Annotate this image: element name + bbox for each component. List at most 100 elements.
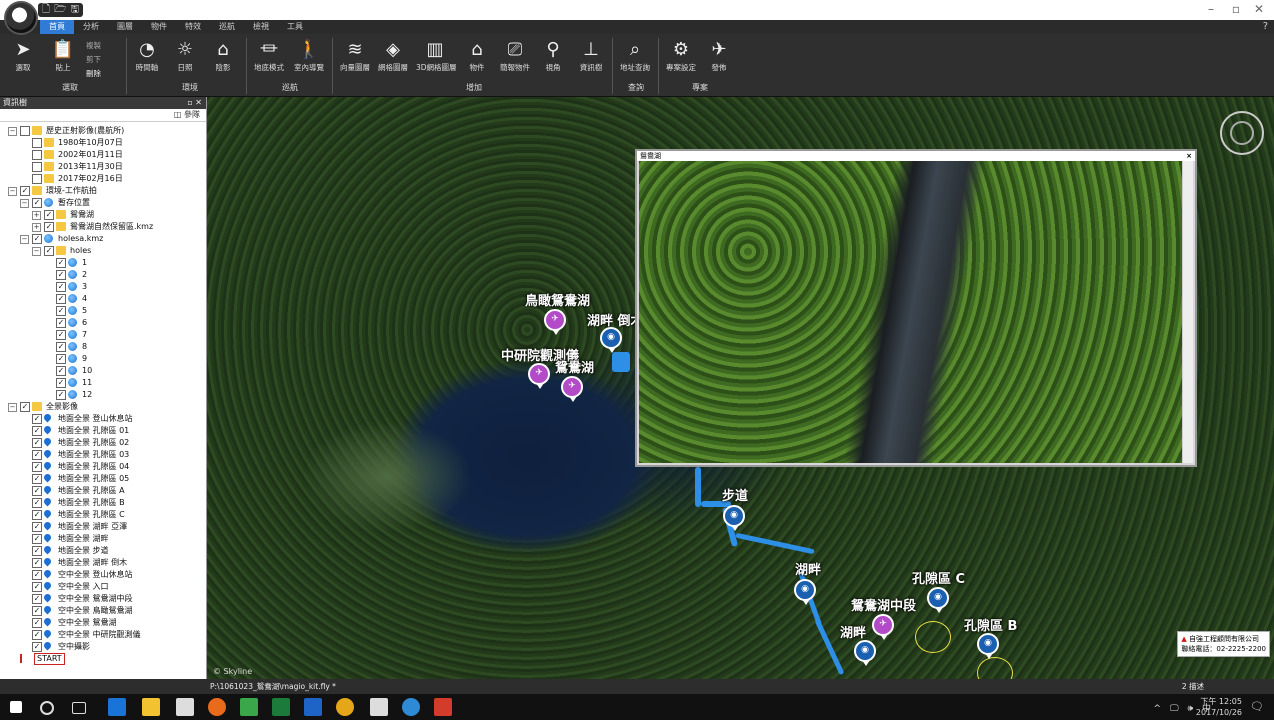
tree-item[interactable]: ✓ 空中全景 鴛鴦湖中段 [0,592,206,605]
paste-button[interactable]: 📋 貼上 [44,38,82,73]
tab-fly[interactable]: 巡航 [210,20,244,34]
new-file-icon[interactable]: 🗋 [42,2,50,19]
popup-scrollbar[interactable] [1182,161,1193,463]
tree-checkbox[interactable]: ✓ [44,210,54,220]
tree-checkbox[interactable] [32,174,42,184]
tree-item[interactable]: ✓ 地面全景 孔隙區 C [0,508,206,521]
tree-item[interactable]: ✓ 地面全景 孔隙區 B [0,496,206,509]
application-menu-button[interactable] [4,1,38,35]
notification-icon[interactable]: 🗨 [1250,700,1264,713]
tree-checkbox[interactable]: ✓ [32,618,42,628]
tree-checkbox[interactable]: ✓ [56,330,66,340]
skyline-app-icon[interactable] [402,698,420,716]
expand-toggle[interactable]: − [8,403,17,412]
compass-icon[interactable] [1220,111,1264,155]
tree-item[interactable]: − ✓ 暫存位置 [0,197,206,209]
ground-pano-marker[interactable]: ◉ [723,505,745,531]
tree-checkbox[interactable]: ✓ [56,378,66,388]
app-icon[interactable] [272,698,290,716]
delete-button[interactable]: 刪除 [86,68,101,79]
expand-toggle[interactable]: + [32,211,41,220]
tree-item[interactable]: ✓ 10 [0,365,206,377]
sunlight-button[interactable]: ☼ 日照 [166,38,204,73]
tree-item[interactable]: ✓ 6 [0,317,206,329]
panel-toolbar-button[interactable]: ◫ 參隊 [174,109,200,120]
tree-checkbox[interactable]: ✓ [20,186,30,196]
close-button[interactable]: ✕ [1254,2,1264,16]
map-viewport[interactable]: 鳥瞰鴛鴦湖 ✈ 湖畔 倒木 ◉ 中研院觀測儀 鴛鴦湖 ✈ ✈ 步道 ◉ 湖畔 ◉… [207,97,1274,679]
tree-checkbox[interactable]: ✓ [44,246,54,256]
tab-layers[interactable]: 圖層 [108,20,142,34]
tree-checkbox[interactable]: ✓ [44,222,54,232]
ground-pano-marker[interactable]: ◉ [927,587,949,613]
search-icon[interactable] [40,701,54,715]
vector-layer-button[interactable]: ≋ 向量圖層 [336,38,374,73]
tree-checkbox[interactable]: ✓ [32,522,42,532]
panel-pin-close[interactable]: ▫ ✕ [187,97,202,109]
tree-item[interactable]: − ✓ holesa.kmz [0,233,206,245]
quick-access-toolbar[interactable]: 🗋 🗁 🖫 [38,3,83,17]
expand-toggle[interactable]: − [20,235,29,244]
tree-item[interactable]: ✓ 8 [0,341,206,353]
tree-item[interactable]: − ✓ 環境-工作航拍 [0,185,206,197]
tree-item[interactable]: ✓ 空中全景 鴛鴦湖 [0,616,206,629]
ground-pano-marker[interactable]: ◉ [600,327,622,353]
tree-checkbox[interactable]: ✓ [32,510,42,520]
viewpoint-button[interactable]: ⚲ 視角 [534,38,572,73]
tree-item[interactable]: ✓ 空中全景 中研院觀測儀 [0,628,206,641]
tree-item[interactable]: ✓ 地面全景 孔隙區 01 [0,424,206,437]
tree-item[interactable]: − 歷史正射影像(農航所) [0,125,206,137]
tree-checkbox[interactable]: ✓ [32,450,42,460]
ground-pano-marker[interactable]: ◉ [794,579,816,605]
expand-toggle[interactable]: + [32,223,41,232]
mail-icon[interactable] [370,698,388,716]
tree-item[interactable]: 1980年10月07日 [0,137,206,149]
tree-item[interactable]: ✓ 地面全景 孔隙區 03 [0,448,206,461]
expand-toggle[interactable]: − [8,187,17,196]
tree-item[interactable]: ✓ 地面全景 孔隙區 A [0,484,206,497]
tree-checkbox[interactable]: ✓ [32,642,42,652]
tree-item[interactable]: + ✓ 鴛鴦湖 [0,209,206,221]
open-folder-icon[interactable]: 🗁 [54,2,66,19]
tab-effects[interactable]: 特效 [176,20,210,34]
clock[interactable]: 下午 12:05 2017/10/26 [1196,696,1242,718]
tab-tools[interactable]: 工具 [278,20,312,34]
minimize-button[interactable]: – [1208,2,1214,16]
select-button[interactable]: ➤ 選取 [4,38,42,73]
tree-checkbox[interactable]: ✓ [32,570,42,580]
timeline-button[interactable]: ◔ 時間軸 [128,38,166,73]
tree-checkbox[interactable]: ✓ [32,630,42,640]
info-tree-button[interactable]: ⊥ 資訊樹 [572,38,610,73]
tree-checkbox[interactable]: ✓ [56,342,66,352]
tree-checkbox[interactable]: ✓ [32,534,42,544]
tree-checkbox[interactable] [32,138,42,148]
shadow-button[interactable]: ⌂ 陰影 [204,38,242,73]
tree-item[interactable]: ✓ 1 [0,257,206,269]
ie-browser-icon[interactable] [304,698,322,716]
windows-start-icon[interactable] [10,701,22,713]
tree-item[interactable]: ✓ 5 [0,305,206,317]
tree-item[interactable]: ✓ 4 [0,293,206,305]
tree-item[interactable]: ✓ 地面全景 湖畔 亞澤 [0,520,206,533]
tree-checkbox[interactable]: ✓ [56,318,66,328]
tree-item[interactable]: ✓ 地面全景 孔隙區 04 [0,460,206,473]
project-settings-button[interactable]: ⚙ 專案設定 [662,38,700,73]
tree-item[interactable]: ✓ 9 [0,353,206,365]
cut-button[interactable]: 剪下 [86,54,101,65]
3d-grid-layer-button[interactable]: ▥ 3D網格圖層 [416,38,457,73]
tree-checkbox[interactable]: ✓ [32,582,42,592]
powerpoint-icon[interactable] [434,698,452,716]
tree-item[interactable]: START [0,653,206,665]
tree-checkbox[interactable]: ✓ [32,486,42,496]
maximize-button[interactable]: ▫ [1232,2,1240,16]
tree-checkbox[interactable]: ✓ [56,282,66,292]
tree-checkbox[interactable]: ✓ [56,258,66,268]
tree-item[interactable]: ✓ 2 [0,269,206,281]
tree-checkbox[interactable] [32,162,42,172]
edge-browser-icon[interactable] [108,698,126,716]
aerial-pano-marker[interactable]: ✈ [528,363,550,389]
app-icon[interactable] [240,698,258,716]
aerial-pano-marker[interactable]: ✈ [872,614,894,640]
tree-item[interactable]: ✓ 11 [0,377,206,389]
tree-item[interactable]: ✓ 12 [0,389,206,401]
